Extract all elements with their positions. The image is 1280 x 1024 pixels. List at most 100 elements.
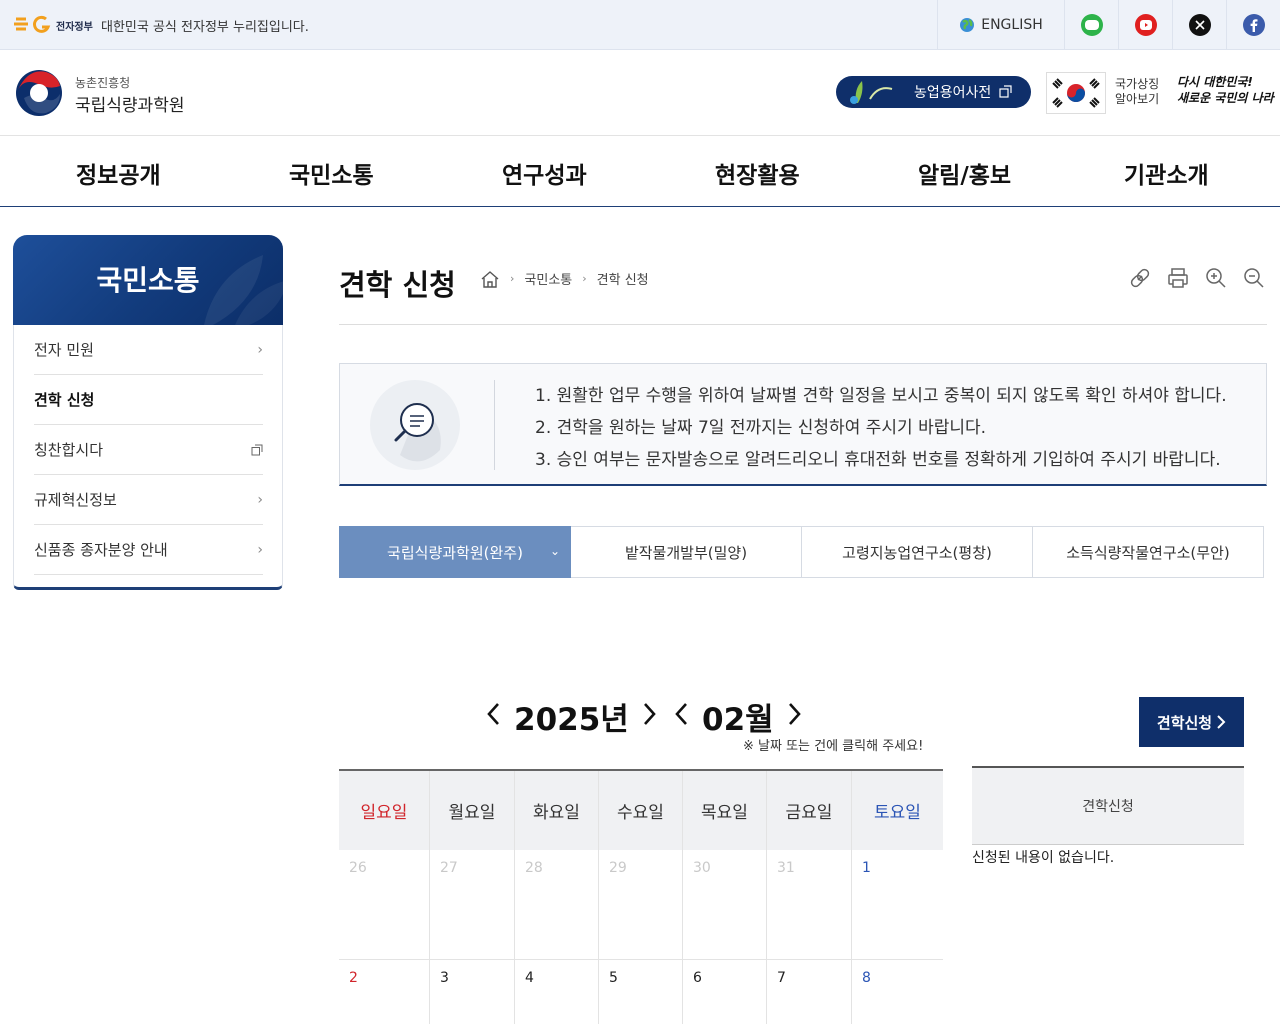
weekday-sun: 일요일: [339, 771, 430, 850]
page-title: 견학 신청: [339, 268, 456, 302]
zoom-out-icon[interactable]: [1242, 266, 1266, 290]
weekday-mon: 월요일: [430, 771, 515, 850]
calendar-day[interactable]: 6: [683, 960, 767, 1024]
breadcrumb-current[interactable]: 견학 신청: [597, 269, 649, 288]
calendar-day[interactable]: 5: [599, 960, 683, 1024]
chevron-right-icon: [1217, 715, 1226, 729]
chevron-right-icon: [788, 703, 801, 725]
youtube-icon: [1134, 14, 1157, 36]
sidebar-item-label: 신품종 종자분양 안내: [34, 541, 168, 559]
home-icon[interactable]: [480, 270, 500, 288]
calendar-day[interactable]: 31: [767, 850, 852, 960]
apply-list-divider: [972, 844, 1244, 845]
calendar-day[interactable]: 29: [599, 850, 683, 960]
agri-dictionary-label: 농업용어사전: [914, 85, 992, 101]
nav-item-research[interactable]: 연구성과: [502, 156, 587, 190]
print-icon[interactable]: [1166, 266, 1190, 290]
x-icon: [1188, 14, 1211, 36]
tab-label: 밭작물개발부(밀양): [624, 543, 748, 562]
line-icon: [1080, 14, 1103, 36]
youtube-link[interactable]: [1118, 0, 1172, 50]
calendar-day[interactable]: 2: [339, 960, 430, 1024]
egov-logo-icon: [14, 15, 51, 33]
facebook-icon: [1242, 14, 1265, 36]
sidebar-item-regulation[interactable]: 규제혁신정보 ›: [34, 475, 263, 525]
nav-item-communication[interactable]: 국민소통: [289, 156, 374, 190]
calendar-day[interactable]: 7: [767, 960, 852, 1024]
government-emblem-icon[interactable]: [14, 68, 64, 118]
prev-month-button[interactable]: [674, 700, 688, 733]
next-month-button[interactable]: [788, 700, 802, 733]
slogan-line2: 새로운 국민의 나라: [1177, 91, 1274, 105]
month-label: 02월: [702, 702, 774, 738]
calendar-day[interactable]: 26: [339, 850, 430, 960]
sidebar-item-label: 전자 민원: [34, 341, 94, 359]
calendar-day[interactable]: 28: [515, 850, 599, 960]
chevron-right-icon: ›: [257, 541, 263, 558]
national-symbol-line2: 알아보기: [1115, 92, 1160, 106]
month-navigator: 02월: [674, 694, 802, 739]
nav-item-news[interactable]: 알림/홍보: [918, 156, 1011, 190]
weekday-thu: 목요일: [683, 771, 767, 850]
agri-dictionary-button[interactable]: 농업용어사전: [836, 76, 1031, 108]
year-label: 2025년: [514, 702, 629, 738]
sidebar-item-label: 칭찬합시다: [34, 441, 104, 459]
tab-label: 소득식량작물연구소(무안): [1066, 543, 1230, 562]
nav-item-info[interactable]: 정보공개: [76, 156, 161, 190]
egov-label: 전자정부: [56, 22, 93, 33]
leaf-logo-icon: [850, 81, 893, 104]
prev-year-button[interactable]: [486, 700, 500, 733]
national-flag-link[interactable]: [1046, 72, 1106, 114]
sidebar-item-praise[interactable]: 칭찬합시다: [34, 425, 263, 475]
org-parent-name: 농촌진흥청: [75, 76, 131, 90]
apply-list-empty: 신청된 내용이 없습니다.: [972, 850, 1115, 866]
zoom-in-icon[interactable]: [1204, 266, 1228, 290]
line-link[interactable]: [1064, 0, 1118, 50]
tab-muan[interactable]: 소득식량작물연구소(무안): [1033, 526, 1264, 578]
breadcrumb-item[interactable]: 국민소통: [524, 269, 572, 288]
nav-item-field[interactable]: 현장활용: [715, 156, 800, 190]
nav-item-about[interactable]: 기관소개: [1124, 156, 1209, 190]
notice-list: 1. 원활한 업무 수행을 위하여 날짜별 견학 일정을 보시고 중복이 되지 …: [535, 380, 1227, 476]
x-link[interactable]: [1172, 0, 1226, 50]
calendar-day[interactable]: 3: [430, 960, 515, 1024]
calendar-day[interactable]: 27: [430, 850, 515, 960]
tab-miryang[interactable]: 밭작물개발부(밀양): [571, 526, 802, 578]
gov-banner: 전자정부 대한민국 공식 전자정부 누리집입니다. ENGLISH: [0, 0, 1280, 50]
calendar-day[interactable]: 8: [852, 960, 943, 1024]
calendar-header-row: 일요일 월요일 화요일 수요일 목요일 금요일 토요일: [339, 769, 943, 850]
calendar-day[interactable]: 1: [852, 850, 943, 960]
calendar-day[interactable]: 30: [683, 850, 767, 960]
notice-line: 3. 승인 여부는 문자발송으로 알려드리오니 휴대전화 번호를 정확하게 기입…: [535, 450, 1221, 470]
sidebar-title: 국민소통: [96, 264, 200, 297]
calendar-note: ※ 날짜 또는 건에 클릭해 주세요!: [743, 739, 924, 754]
slogan: 다시 대한민국! 새로운 국민의 나라: [1177, 74, 1274, 106]
chevron-down-icon: ⌄: [549, 544, 560, 558]
national-symbol-label[interactable]: 국가상징 알아보기: [1115, 77, 1159, 107]
sidebar-item-tour-request[interactable]: 견학 신청: [34, 375, 263, 425]
next-year-button[interactable]: [643, 700, 657, 733]
org-name[interactable]: 국립식량과학원: [75, 91, 184, 116]
globe-icon: [960, 18, 975, 32]
sidebar-item-e-petition[interactable]: 전자 민원 ›: [34, 325, 263, 375]
weekday-sat: 토요일: [874, 803, 921, 823]
tour-apply-label: 견학신청: [1156, 713, 1213, 732]
calendar-day[interactable]: 4: [515, 960, 599, 1024]
link-copy-icon[interactable]: [1128, 266, 1152, 290]
sidebar: 국민소통 전자 민원 › 견학 신청 칭찬합시다 규제혁신정보 › 신품종 종자…: [13, 235, 283, 590]
apply-list-header: 견학신청: [972, 766, 1244, 844]
breadcrumb: › 국민소통 › 견학 신청: [480, 269, 649, 288]
sidebar-item-label: 견학 신청: [34, 391, 95, 409]
tab-pyeongchang[interactable]: 고령지농업연구소(평창): [802, 526, 1033, 578]
breadcrumb-separator-icon: ›: [582, 272, 587, 285]
english-link[interactable]: ENGLISH: [937, 0, 1064, 50]
tab-label: 국립식량과학원(완주): [387, 543, 523, 562]
facebook-link[interactable]: [1226, 0, 1280, 50]
tour-apply-button[interactable]: 견학신청: [1139, 697, 1244, 747]
main-nav: 정보공개 국민소통 연구성과 현장활용 알림/홍보 기관소개: [0, 136, 1280, 207]
sidebar-item-seed-distribution[interactable]: 신품종 종자분양 안내 ›: [34, 525, 263, 575]
tab-wanju[interactable]: 국립식량과학원(완주) ⌄: [339, 526, 571, 578]
chevron-right-icon: [643, 703, 656, 725]
notice-box: 1. 원활한 업무 수행을 위하여 날짜별 견학 일정을 보시고 중복이 되지 …: [339, 363, 1267, 486]
page-tools: [1128, 266, 1266, 290]
